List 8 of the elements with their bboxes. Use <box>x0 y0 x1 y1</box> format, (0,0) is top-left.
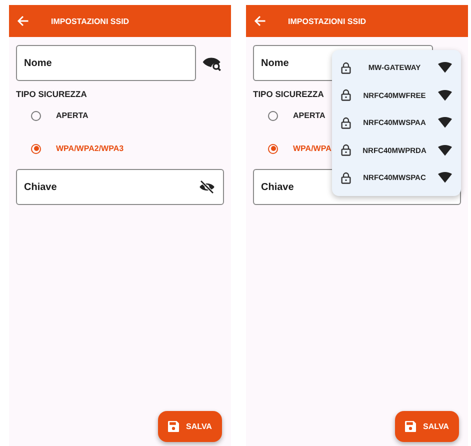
section-label: TIPO SICUREZZA <box>253 89 324 99</box>
screen-title: IMPOSTAZIONI SSID <box>51 16 130 26</box>
section-label: TIPO SICUREZZA <box>16 89 87 99</box>
screen-title: IMPOSTAZIONI SSID <box>288 16 366 26</box>
radio-label: WPA/WPA <box>293 144 332 153</box>
radio-label: WPA/WPA2/WPA3 <box>56 144 124 153</box>
radio-label: APERTA <box>293 111 326 120</box>
radio-label: APERTA <box>56 111 88 120</box>
